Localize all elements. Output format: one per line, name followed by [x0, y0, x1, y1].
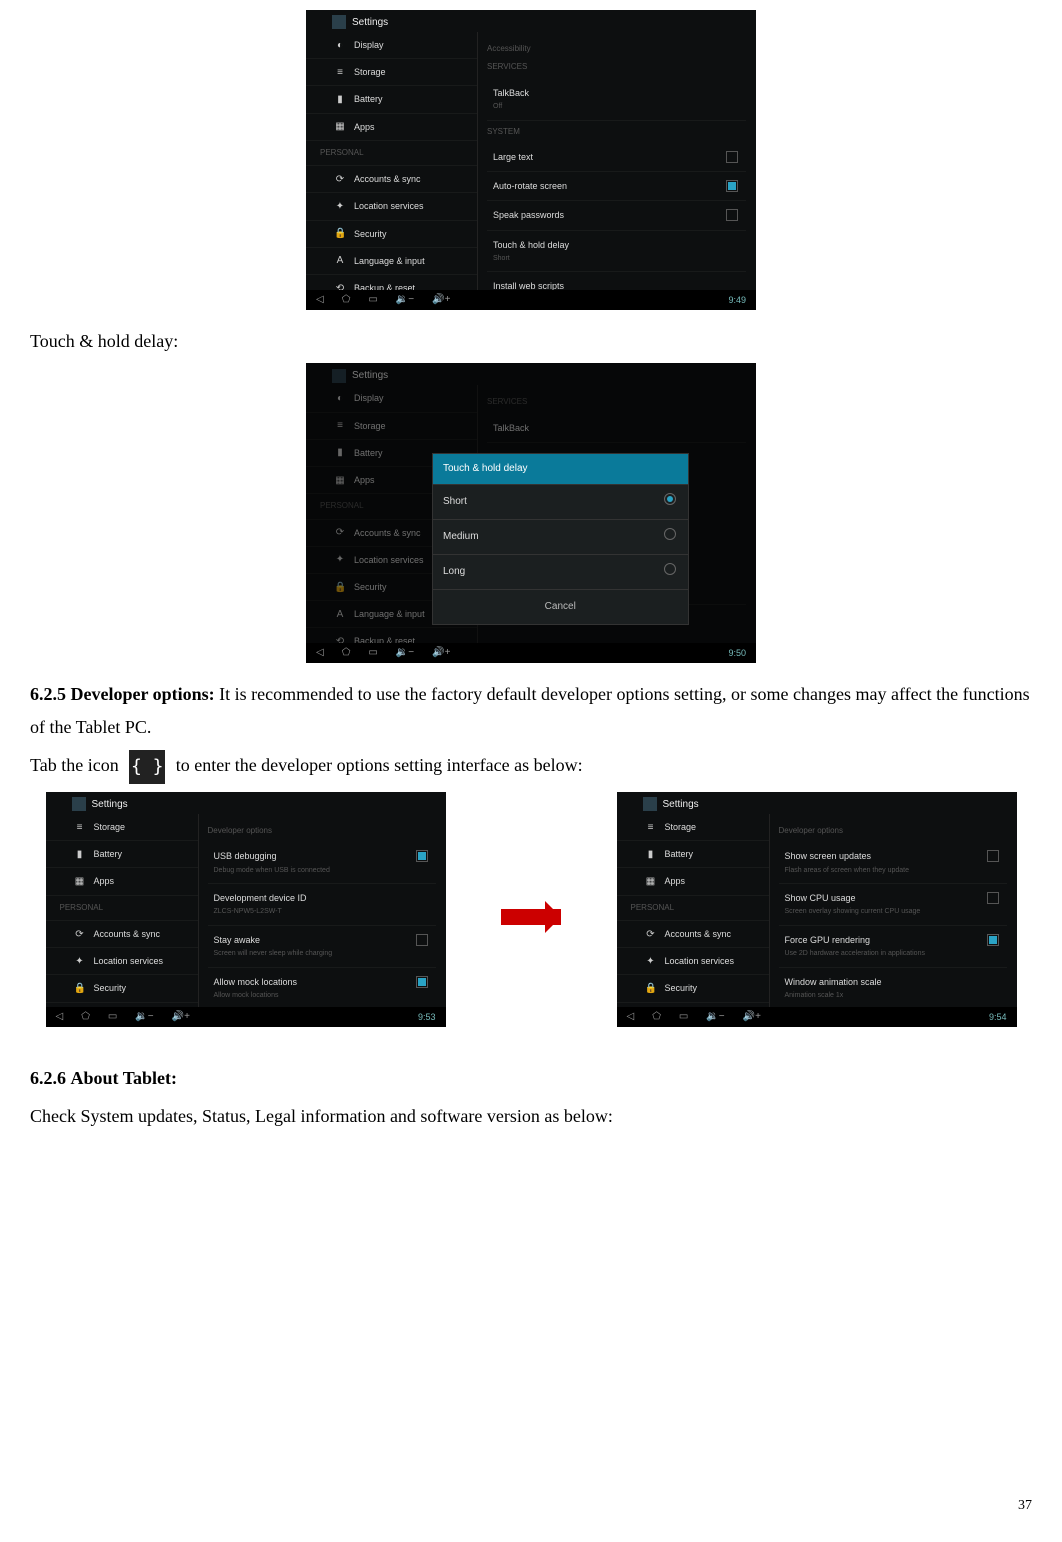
sidebar-item[interactable]: ≡Storage	[306, 59, 477, 86]
dialog-title: Touch & hold delay	[433, 454, 688, 484]
row-large-text[interactable]: Large text	[487, 143, 746, 172]
sidebar-item: PERSONAL	[617, 896, 769, 921]
sidebar-item[interactable]: ◐Display	[306, 32, 477, 59]
arrow-icon	[501, 909, 561, 925]
setting-row[interactable]: Development device IDZLCS-NPW5-L2SW-T	[208, 884, 436, 926]
row-speak-passwords[interactable]: Speak passwords	[487, 201, 746, 230]
sidebar-item: PERSONAL	[46, 896, 198, 921]
sidebar-item[interactable]: ≡Storage	[46, 814, 198, 841]
sidebar-item[interactable]: ▦Apps	[306, 114, 477, 141]
home-icon[interactable]: ⬠	[342, 644, 351, 662]
back-icon[interactable]: ◁	[316, 644, 324, 662]
sidebar-item[interactable]: ALanguage & input	[306, 248, 477, 275]
voldown-icon[interactable]: 🔉−	[396, 291, 414, 309]
row-auto-rotate[interactable]: Auto-rotate screen	[487, 172, 746, 201]
sidebar-item[interactable]: ▮Battery	[306, 86, 477, 113]
sidebar-item[interactable]: ✦Location services	[46, 948, 198, 975]
tab-icon-instruction: Tab the icon { } to enter the developer …	[30, 749, 1032, 784]
row-touch-hold-delay[interactable]: Touch & hold delayShort	[487, 231, 746, 273]
sidebar-item[interactable]: 🔒Security	[46, 975, 198, 1002]
screenshot-touch-hold-dialog: Settings ◐Display≡Storage▮Battery▦AppsPE…	[306, 363, 756, 663]
status-time: 9:49	[728, 292, 746, 308]
recent-icon[interactable]: ▭	[368, 291, 377, 309]
sidebar-item[interactable]: ⟳Accounts & sync	[46, 921, 198, 948]
sidebar-item[interactable]: ✦Location services	[306, 193, 477, 220]
services-header: SERVICES	[487, 60, 746, 74]
system-header: SYSTEM	[487, 125, 746, 139]
sidebar-item[interactable]: ▮Battery	[46, 841, 198, 868]
touch-hold-delay-dialog: Touch & hold delay Short Medium Long Can…	[432, 453, 689, 625]
sidebar-item[interactable]: 🔒Security	[306, 221, 477, 248]
recent-icon[interactable]: ▭	[368, 644, 377, 662]
section-6.2.5: 6.2.5 Developer options: It is recommend…	[30, 678, 1032, 743]
option-short[interactable]: Short	[433, 484, 688, 519]
setting-row[interactable]: Stay awakeScreen will never sleep while …	[208, 926, 436, 968]
sidebar-item[interactable]: ▦Apps	[46, 868, 198, 895]
setting-row[interactable]: Force GPU renderingUse 2D hardware accel…	[779, 926, 1007, 968]
settings-sidebar: ◐Display≡Storage▮Battery▦AppsPERSONAL⟳Ac…	[306, 32, 478, 290]
sidebar-item[interactable]: ⟳Accounts & sync	[617, 921, 769, 948]
option-long[interactable]: Long	[433, 554, 688, 589]
window-title: Settings	[332, 14, 388, 32]
setting-row[interactable]: USB debuggingDebug mode when USB is conn…	[208, 842, 436, 884]
sidebar-item: PERSONAL	[306, 141, 477, 166]
volup-icon[interactable]: 🔊+	[432, 291, 450, 309]
developer-options-icon: { }	[129, 750, 165, 784]
sidebar-item[interactable]: 🔒Security	[617, 975, 769, 1002]
volup-icon[interactable]: 🔊+	[432, 644, 450, 662]
home-icon[interactable]: ⬠	[342, 291, 351, 309]
setting-row[interactable]: Show screen updatesFlash areas of screen…	[779, 842, 1007, 884]
section-6.2.6-head: 6.2.6 About Tablet:	[30, 1062, 1032, 1094]
sidebar-item[interactable]: ▦Apps	[617, 868, 769, 895]
screenshot-developer-options-1: Settings ≡Storage▮Battery▦AppsPERSONAL⟳A…	[46, 792, 446, 1027]
sidebar-item[interactable]: ▮Battery	[617, 841, 769, 868]
page-number: 37	[1018, 1493, 1032, 1518]
screenshot-developer-options-2: Settings ≡Storage▮Battery▦AppsPERSONAL⟳A…	[617, 792, 1017, 1027]
setting-row[interactable]: Allow mock locationsAllow mock locations	[208, 968, 436, 1010]
accessibility-pane: Accessibility SERVICES TalkBackOff SYSTE…	[477, 32, 756, 290]
cancel-button[interactable]: Cancel	[433, 589, 688, 624]
setting-row[interactable]: Window animation scaleAnimation scale 1x	[779, 968, 1007, 1010]
sidebar-item[interactable]: ⟳Accounts & sync	[306, 166, 477, 193]
status-time: 9:50	[728, 645, 746, 661]
sidebar-item[interactable]: ✦Location services	[617, 948, 769, 975]
row-talkback[interactable]: TalkBackOff	[487, 79, 746, 121]
voldown-icon[interactable]: 🔉−	[396, 644, 414, 662]
setting-row[interactable]: Show CPU usageScreen overlay showing cur…	[779, 884, 1007, 926]
navigation-bar: ◁ ⬠ ▭ 🔉− 🔊+ 9:49	[306, 290, 756, 310]
row-top: Accessibility	[487, 42, 746, 56]
screenshot-accessibility-settings: Settings ◐Display≡Storage▮Battery▦AppsPE…	[306, 10, 756, 310]
section-6.2.6-text: Check System updates, Status, Legal info…	[30, 1100, 1032, 1132]
back-icon[interactable]: ◁	[316, 291, 324, 309]
text-touch-hold-delay: Touch & hold delay:	[30, 325, 1032, 357]
sidebar-item[interactable]: ≡Storage	[617, 814, 769, 841]
option-medium[interactable]: Medium	[433, 519, 688, 554]
